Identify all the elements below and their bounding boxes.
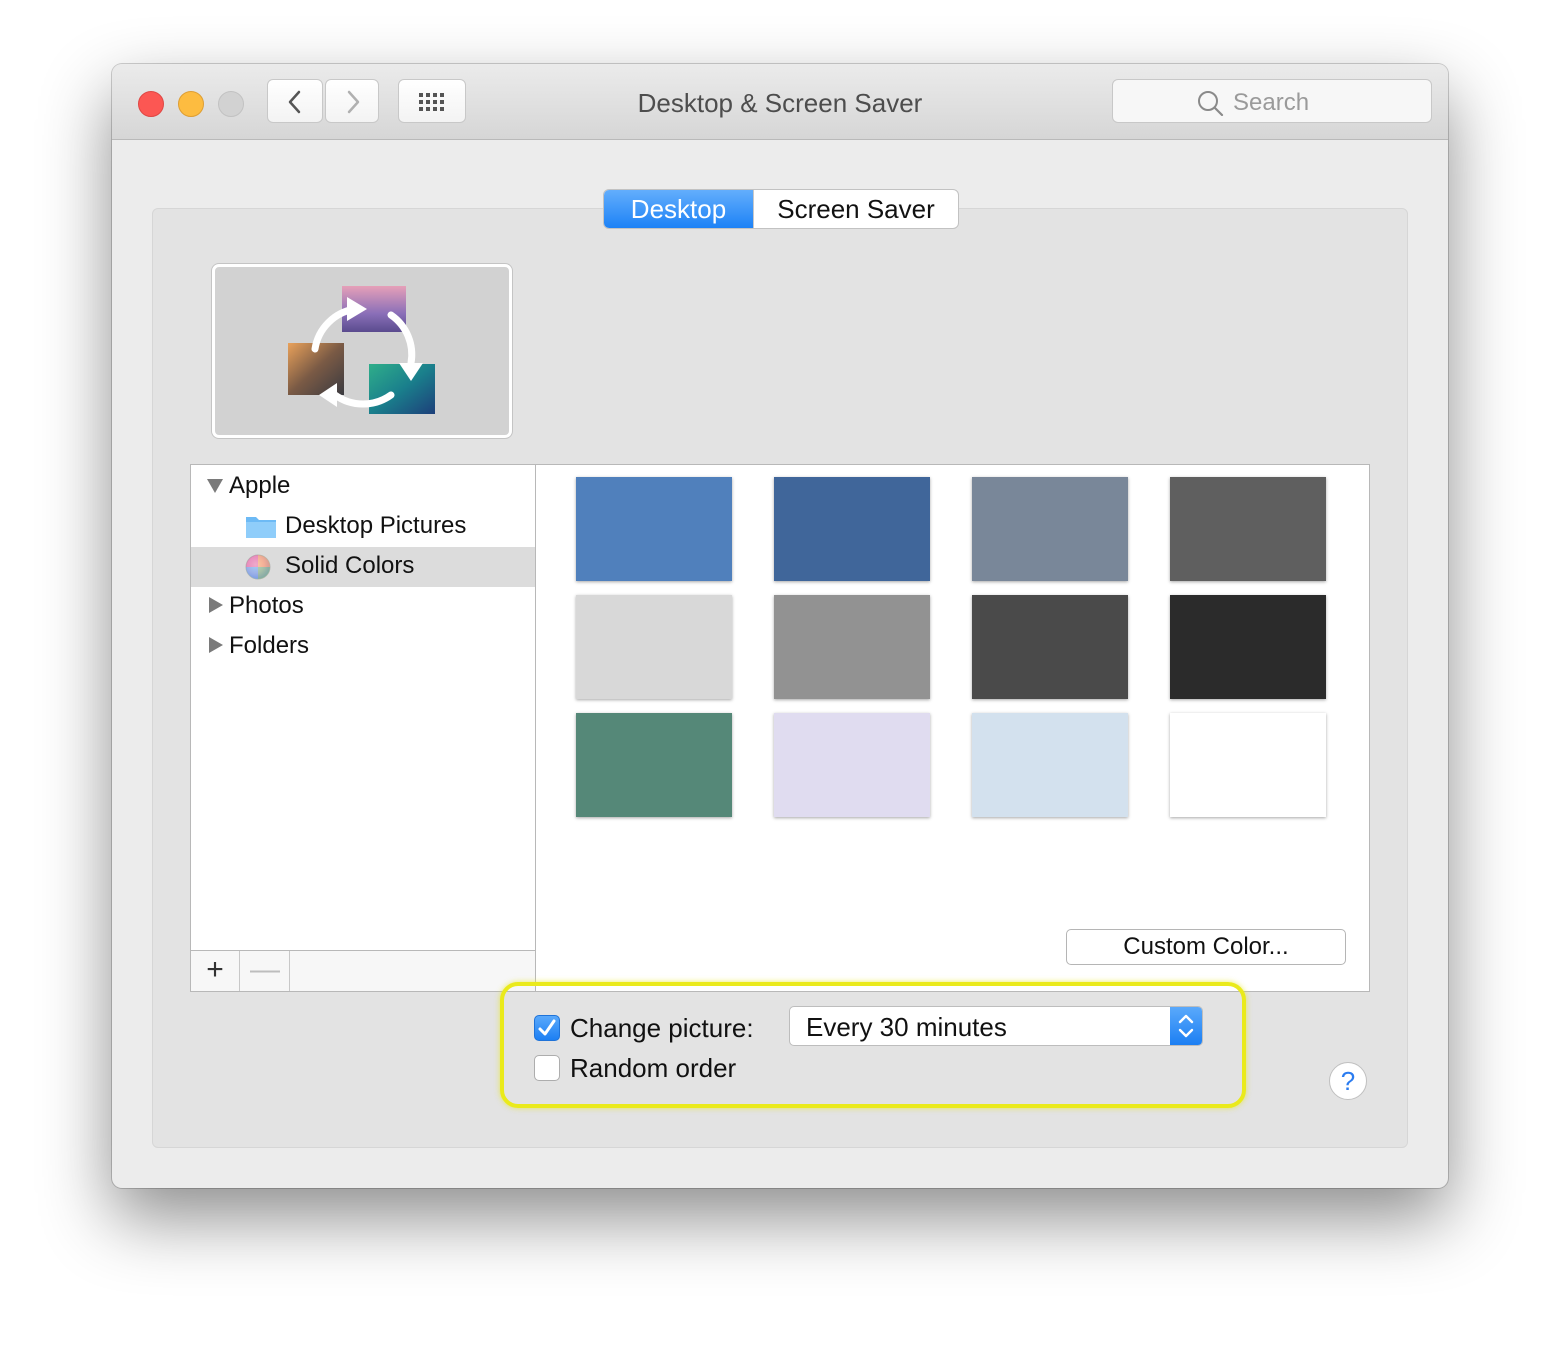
change-picture-checkbox[interactable]: [534, 1015, 560, 1041]
tree-row-folders[interactable]: Folders: [191, 627, 535, 667]
color-swatch[interactable]: [972, 477, 1128, 581]
remove-folder-button[interactable]: —: [241, 951, 290, 991]
color-swatch-grid: Custom Color...: [535, 464, 1370, 992]
source-list: Apple Desktop Pictures Solid Colors Phot…: [190, 464, 536, 992]
change-interval-popup[interactable]: Every 30 minutes: [789, 1006, 1203, 1046]
tree-label-desktop-pictures: Desktop Pictures: [285, 512, 467, 539]
random-order-label: Random order: [570, 1053, 737, 1083]
tree-label-solid-colors: Solid Colors: [285, 552, 415, 579]
color-swatch[interactable]: [1170, 713, 1326, 817]
checkmark-icon: [538, 1019, 556, 1036]
custom-color-button[interactable]: Custom Color...: [1066, 929, 1346, 965]
random-order-checkbox[interactable]: [534, 1055, 560, 1081]
disclosure-triangle-expanded-icon[interactable]: [207, 479, 223, 493]
color-swatch[interactable]: [576, 713, 732, 817]
tab-screen-saver[interactable]: Screen Saver: [753, 190, 958, 228]
change-interval-value: Every 30 minutes: [806, 1012, 1007, 1042]
color-swatch[interactable]: [774, 713, 930, 817]
color-wheel-icon: [245, 554, 271, 580]
tree-row-solid-colors[interactable]: Solid Colors: [191, 547, 535, 587]
preferences-window: Desktop & Screen Saver Search Desktop Sc…: [112, 64, 1448, 1188]
disclosure-triangle-collapsed-icon[interactable]: [209, 597, 223, 613]
title-bar: Desktop & Screen Saver Search: [112, 64, 1448, 140]
disclosure-triangle-collapsed-icon[interactable]: [209, 637, 223, 653]
color-swatch[interactable]: [576, 477, 732, 581]
tree-label-folders: Folders: [229, 632, 310, 659]
tree-row-apple[interactable]: Apple: [191, 467, 535, 507]
source-list-footer: + —: [191, 950, 535, 991]
color-swatch[interactable]: [576, 595, 732, 699]
search-placeholder: Search: [1233, 89, 1310, 116]
color-swatch[interactable]: [774, 477, 930, 581]
color-swatch[interactable]: [972, 595, 1128, 699]
color-swatch[interactable]: [774, 595, 930, 699]
rotating-pictures-icon: [288, 286, 435, 414]
color-swatch[interactable]: [972, 713, 1128, 817]
help-button[interactable]: ?: [1329, 1062, 1367, 1100]
color-swatch[interactable]: [1170, 477, 1326, 581]
change-picture-label: Change picture:: [570, 1013, 754, 1043]
popup-arrows: [1170, 1007, 1202, 1045]
updown-chevron-icon: [1178, 1014, 1194, 1038]
search-field[interactable]: Search: [1112, 79, 1432, 123]
add-folder-button[interactable]: +: [191, 951, 240, 991]
tab-desktop[interactable]: Desktop: [604, 190, 753, 228]
tree-label-photos: Photos: [229, 592, 304, 619]
folder-icon: [246, 517, 276, 538]
tab-bar: Desktop Screen Saver: [603, 189, 959, 229]
tree-label-apple: Apple: [229, 472, 291, 499]
tree-row-photos[interactable]: Photos: [191, 587, 535, 627]
color-swatch[interactable]: [1170, 595, 1326, 699]
desktop-preview: [212, 264, 512, 438]
search-icon: [1198, 91, 1224, 116]
tree-row-desktop-pictures[interactable]: Desktop Pictures: [191, 507, 535, 547]
